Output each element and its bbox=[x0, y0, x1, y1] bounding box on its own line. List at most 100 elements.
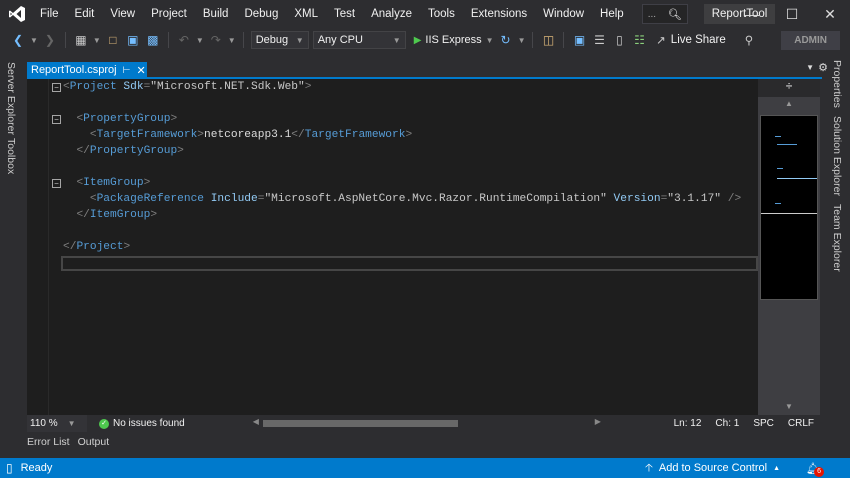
tab-team-explorer[interactable]: Team Explorer bbox=[831, 204, 843, 272]
pin-icon[interactable]: ⊢ bbox=[123, 65, 131, 76]
redo-icon[interactable]: ↷ bbox=[208, 33, 224, 47]
tab-error-list[interactable]: Error List bbox=[27, 436, 70, 448]
refresh-icon[interactable]: ↻ bbox=[498, 33, 514, 47]
configuration-select[interactable]: Debug ▼ bbox=[250, 31, 309, 49]
save-all-icon[interactable]: ▩ bbox=[145, 33, 161, 47]
fold-icon[interactable]: − bbox=[52, 179, 61, 188]
chevron-down-icon[interactable]: ▼ bbox=[93, 36, 101, 45]
separator bbox=[242, 32, 244, 48]
menu-build[interactable]: Build bbox=[195, 0, 237, 28]
tab-properties[interactable]: Properties bbox=[831, 60, 843, 108]
minimize-button[interactable]: — bbox=[732, 0, 772, 28]
status-bar: ▯ Ready 🡡 Add to Source Control ▲ 🔔︎ 6 bbox=[0, 458, 850, 478]
chevron-down-icon[interactable]: ▼ bbox=[228, 36, 236, 45]
separator bbox=[64, 32, 66, 48]
minimap-view[interactable] bbox=[760, 115, 818, 300]
zoom-select[interactable]: 110 % ▼ bbox=[27, 415, 87, 432]
new-project-icon[interactable]: ▦ bbox=[73, 33, 89, 47]
scroll-down-icon[interactable]: ▼ bbox=[758, 402, 820, 411]
split-icon[interactable]: ÷ bbox=[758, 79, 820, 97]
browser-icon[interactable]: ▣ bbox=[571, 33, 587, 47]
feedback-icon[interactable]: ⚲ bbox=[745, 33, 753, 47]
search-placeholder: ... bbox=[647, 8, 657, 20]
run-button[interactable]: ▶ IIS Express ▼ bbox=[414, 34, 494, 46]
menu-view[interactable]: View bbox=[102, 0, 143, 28]
open-folder-icon[interactable]: □ bbox=[105, 33, 121, 47]
chevron-down-icon[interactable]: ▼ bbox=[518, 36, 526, 45]
close-tab-icon[interactable]: ✕ bbox=[136, 64, 145, 77]
menu-tools[interactable]: Tools bbox=[420, 0, 463, 28]
check-icon: ✓ bbox=[99, 418, 109, 429]
menu-file[interactable]: File bbox=[32, 0, 67, 28]
code-line: <ItemGroup> bbox=[63, 175, 150, 191]
chevron-down-icon: ▼ bbox=[67, 419, 76, 428]
maximize-button[interactable]: ☐ bbox=[772, 0, 812, 28]
code-token: > bbox=[177, 145, 184, 157]
search-box[interactable]: ... 🔍︎ bbox=[641, 4, 688, 24]
document-tab-row: ReportTool.csproj ⊢ ✕ ▼ ⚙ bbox=[27, 62, 828, 79]
tab-toolbox[interactable]: Toolbox bbox=[5, 138, 17, 174]
tab-output[interactable]: Output bbox=[78, 436, 110, 448]
code-line: <Project Sdk="Microsoft.NET.Sdk.Web"> bbox=[63, 79, 311, 95]
line-ending[interactable]: CRLF bbox=[788, 418, 814, 429]
fold-icon[interactable]: − bbox=[52, 115, 61, 124]
column-number[interactable]: Ch: 1 bbox=[715, 418, 739, 429]
line-number[interactable]: Ln: 12 bbox=[674, 418, 702, 429]
menu-debug[interactable]: Debug bbox=[236, 0, 286, 28]
menu-edit[interactable]: Edit bbox=[67, 0, 103, 28]
code-token: </ bbox=[76, 145, 90, 157]
chevron-down-icon: ▼ bbox=[392, 35, 401, 45]
scroll-up-icon[interactable]: ▲ bbox=[758, 99, 820, 108]
tab-server-explorer[interactable]: Server Explorer bbox=[5, 62, 17, 135]
account-button[interactable]: ADMIN bbox=[781, 30, 840, 50]
menu-help[interactable]: Help bbox=[592, 0, 632, 28]
add-to-source-control-button[interactable]: 🡡 Add to Source Control ▲ bbox=[645, 459, 780, 478]
back-icon[interactable]: ❮ bbox=[10, 33, 26, 47]
document-icon[interactable]: ▯ bbox=[611, 33, 627, 47]
minimap-scrollbar[interactable]: ÷ ▲ ▼ bbox=[758, 79, 820, 415]
gear-icon[interactable]: ⚙ bbox=[818, 61, 828, 74]
title-bar: File Edit View Project Build Debug XML T… bbox=[0, 0, 850, 28]
close-button[interactable]: ✕ bbox=[810, 0, 850, 28]
menu-window[interactable]: Window bbox=[535, 0, 592, 28]
document-tab[interactable]: ReportTool.csproj ⊢ ✕ bbox=[27, 62, 147, 78]
code-line: </ItemGroup> bbox=[63, 207, 157, 223]
code-token: > bbox=[143, 177, 151, 189]
code-token: > bbox=[150, 209, 158, 221]
code-token: /> bbox=[721, 193, 742, 205]
menu-test[interactable]: Test bbox=[326, 0, 363, 28]
issues-indicator[interactable]: ✓ No issues found bbox=[99, 418, 185, 429]
chevron-down-icon[interactable]: ▼ bbox=[30, 36, 38, 45]
code-token: netcoreapp3.1 bbox=[204, 129, 292, 141]
list-icon[interactable]: ☰ bbox=[591, 33, 607, 47]
tab-solution-explorer[interactable]: Solution Explorer bbox=[831, 116, 843, 196]
live-share-button[interactable]: ↗ Live Share ⚲ bbox=[656, 33, 753, 47]
editor-gutter bbox=[27, 79, 49, 415]
whitespace-mode[interactable]: SPC bbox=[753, 418, 774, 429]
code-line: <PackageReference Include="Microsoft.Asp… bbox=[63, 191, 741, 207]
code-line: </Project> bbox=[63, 239, 130, 255]
tab-overflow-icon[interactable]: ▼ bbox=[806, 63, 814, 72]
undo-icon[interactable]: ↶ bbox=[176, 33, 192, 47]
platform-select[interactable]: Any CPU ▼ bbox=[312, 31, 406, 49]
scroll-left-icon[interactable]: ◀ bbox=[253, 417, 259, 426]
find-in-files-icon[interactable]: ◫ bbox=[540, 33, 556, 47]
forward-icon[interactable]: ❯ bbox=[42, 33, 58, 47]
notifications-button[interactable]: 🔔︎ 6 bbox=[806, 462, 825, 477]
fold-icon[interactable]: − bbox=[52, 83, 61, 92]
code-editor[interactable]: <Project Sdk="Microsoft.NET.Sdk.Web"> <P… bbox=[27, 79, 758, 415]
hierarchy-icon[interactable]: ☷ bbox=[631, 33, 647, 47]
menu-xml[interactable]: XML bbox=[286, 0, 326, 28]
platform-value: Any CPU bbox=[317, 34, 363, 46]
menu-extensions[interactable]: Extensions bbox=[463, 0, 535, 28]
chevron-down-icon[interactable]: ▼ bbox=[196, 36, 204, 45]
code-token: Microsoft.NET.Sdk.Web bbox=[157, 81, 299, 93]
save-icon[interactable]: ▣ bbox=[125, 33, 141, 47]
menu-project[interactable]: Project bbox=[143, 0, 195, 28]
menu-analyze[interactable]: Analyze bbox=[363, 0, 420, 28]
horizontal-scroll-thumb[interactable] bbox=[262, 420, 458, 427]
scroll-right-icon[interactable]: ▶ bbox=[595, 417, 601, 426]
